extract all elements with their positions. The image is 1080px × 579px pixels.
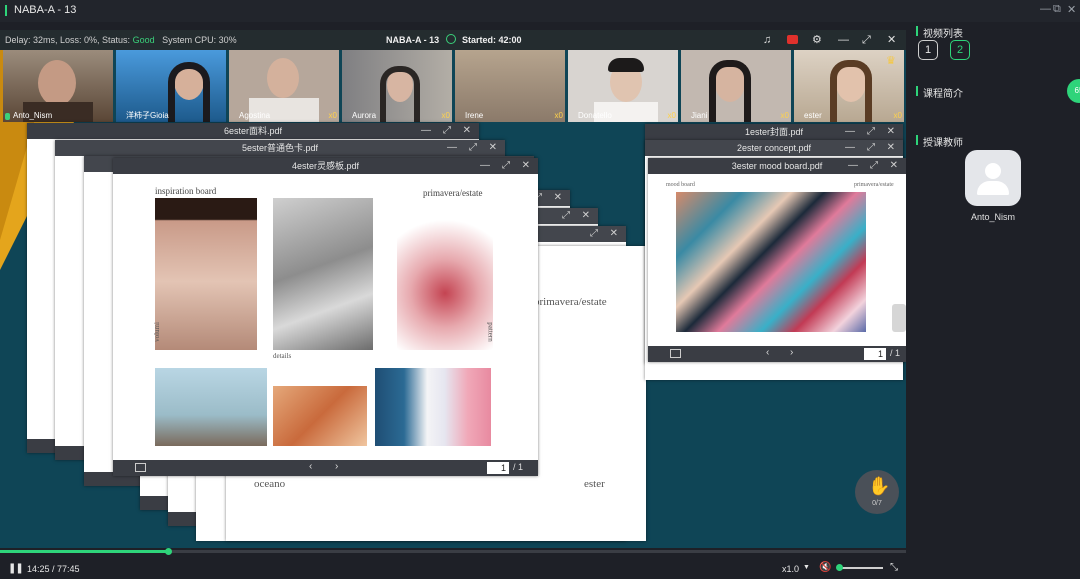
- pdf-title: 2ester concept.pdf: [736, 143, 812, 153]
- page-total: / 1: [890, 348, 901, 358]
- video-list-heading: 视频列表: [916, 25, 963, 40]
- coral-image: [397, 208, 493, 350]
- playback-bar: ❚❚ 14:25 / 77:45 x1.0 ▼ 🔇 ⤡: [0, 548, 906, 579]
- minimize-button[interactable]: —: [1040, 3, 1051, 15]
- primavera-small-label: primavera/estate: [854, 182, 894, 188]
- back-ester: ester: [584, 478, 605, 490]
- sidebar-toggle-icon[interactable]: [670, 349, 681, 358]
- pdf-footer: ‹ › 1 / 1: [113, 460, 538, 476]
- status-bar: Delay: 32ms, Loss: 0%, Status: Good Syst…: [0, 30, 906, 50]
- back-primavera: primavera/estate: [534, 296, 607, 308]
- participant-tile[interactable]: Irene x0: [455, 50, 565, 122]
- right-panel: 视频列表 1 2 课程简介 65 授课教师 Anto_Nism: [906, 22, 1080, 579]
- gear-icon[interactable]: ⚙: [812, 30, 822, 50]
- speed-select[interactable]: x1.0: [782, 564, 799, 574]
- clock-icon: [446, 34, 456, 44]
- total-time: / 77:45: [52, 564, 80, 574]
- window-title: NABA-A - 13: [14, 4, 77, 16]
- mic-icon: [5, 113, 10, 120]
- next-page-icon[interactable]: ›: [335, 461, 338, 472]
- room-title: NABA-A - 13: [386, 35, 440, 45]
- pause-icon[interactable]: ❚❚: [8, 563, 24, 574]
- pdf-title: 5ester普通色卡.pdf: [241, 143, 319, 153]
- scroll-handle[interactable]: [892, 304, 906, 332]
- pdf-window-4[interactable]: 4ester灵感板.pdf — ⤢ ✕ inspiration board pr…: [113, 158, 538, 476]
- mood-collage: [676, 192, 866, 332]
- status-good: Good: [132, 35, 155, 45]
- raise-hand-button[interactable]: ✋ 0/7: [855, 470, 899, 514]
- started-time: Started: 42:00: [462, 35, 522, 45]
- close-icon[interactable]: ✕: [522, 158, 530, 174]
- participant-tile[interactable]: Jiani x0: [681, 50, 791, 122]
- page-total: / 1: [513, 462, 524, 472]
- trophy-icon: x0: [328, 111, 337, 120]
- expand-icon[interactable]: ⤢: [502, 158, 510, 174]
- hand-icon: ✋: [868, 476, 891, 496]
- page-input[interactable]: 1: [864, 348, 886, 360]
- details-label: details: [273, 352, 292, 360]
- pattern-label: pattern: [486, 322, 495, 342]
- figure-image: [155, 368, 267, 446]
- participant-strip: Anto_Nism 洋柿子Gioia Agostina x0 Aurora x0 I…: [3, 50, 905, 122]
- restore-button[interactable]: ⧉: [1053, 3, 1061, 16]
- participant-tile[interactable]: Aurora x0: [342, 50, 452, 122]
- minimize-video-icon[interactable]: —: [838, 30, 849, 50]
- course-intro-heading[interactable]: 课程简介: [916, 85, 963, 100]
- pdf-title: 1ester封面.pdf: [744, 127, 804, 137]
- expand-video-icon[interactable]: ⤢: [862, 30, 871, 50]
- progress-fill: [0, 550, 168, 553]
- moodboard-label: mood board: [666, 182, 695, 188]
- inspiration-label: inspiration board: [155, 186, 217, 196]
- video-stream[interactable]: Delay: 32ms, Loss: 0%, Status: Good Syst…: [0, 30, 906, 548]
- close-window-button[interactable]: ✕: [1067, 3, 1076, 16]
- page-input[interactable]: 1: [487, 462, 509, 474]
- participant-tile[interactable]: Agostina x0: [229, 50, 339, 122]
- primavera-label: primavera/estate: [423, 188, 483, 198]
- prev-page-icon[interactable]: ‹: [309, 461, 312, 472]
- volume-knob[interactable]: [836, 564, 843, 571]
- dress-image: [155, 198, 257, 350]
- title-accent: [5, 5, 7, 16]
- fullscreen-icon[interactable]: ⤡: [890, 562, 898, 573]
- chevron-down-icon[interactable]: ▼: [803, 564, 810, 571]
- window-titlebar: NABA-A - 13 — ⧉ ✕: [0, 0, 1080, 22]
- close-video-icon[interactable]: ✕: [887, 30, 896, 50]
- pdf-title: 4ester灵感板.pdf: [291, 161, 360, 171]
- prev-page-icon[interactable]: ‹: [766, 347, 769, 358]
- next-page-icon[interactable]: ›: [790, 347, 793, 358]
- video-button-1[interactable]: 1: [918, 40, 938, 60]
- pdf-window-3[interactable]: 3ester mood board.pdf — ⤢ ✕ mood board pri…: [648, 158, 906, 362]
- teacher-name: Anto_Nism: [970, 212, 1015, 222]
- crown-icon: ♛: [886, 55, 896, 67]
- mute-icon[interactable]: 🔇: [819, 562, 831, 573]
- sidebar-toggle-icon[interactable]: [135, 463, 146, 472]
- participant-tile[interactable]: Anto_Nism: [3, 50, 113, 122]
- network-status: Delay: 32ms, Loss: 0%, Status: Good Syst…: [5, 35, 237, 45]
- video-button-2[interactable]: 2: [950, 40, 970, 60]
- volume-track[interactable]: [838, 567, 883, 569]
- participant-tile[interactable]: 洋柿子Gioia: [116, 50, 226, 122]
- volumi-label: volumi: [152, 322, 161, 342]
- avatar[interactable]: [965, 150, 1021, 206]
- teacher-heading: 授课教师: [916, 134, 963, 149]
- orange-image: [273, 386, 367, 446]
- details-image: [273, 198, 373, 350]
- hand-count: 0/7: [872, 500, 882, 507]
- pdf-title: 3ester mood board.pdf: [731, 161, 823, 171]
- cpu-usage: System CPU: 30%: [162, 35, 237, 45]
- record-icon[interactable]: [787, 35, 798, 44]
- badge[interactable]: 65: [1067, 79, 1080, 103]
- bell-icon[interactable]: ♫: [763, 30, 771, 50]
- participant-tile[interactable]: Donatello x0: [568, 50, 678, 122]
- color-image: [375, 368, 491, 446]
- pdf-title: 6ester面料.pdf: [223, 126, 283, 136]
- back-oceano: oceano: [254, 478, 286, 490]
- progress-knob[interactable]: [164, 548, 172, 555]
- current-time: 14:25: [27, 564, 50, 574]
- minimize-icon[interactable]: —: [480, 158, 490, 174]
- user-icon: [985, 163, 1001, 179]
- participant-tile[interactable]: ♛ ester x0: [794, 50, 904, 122]
